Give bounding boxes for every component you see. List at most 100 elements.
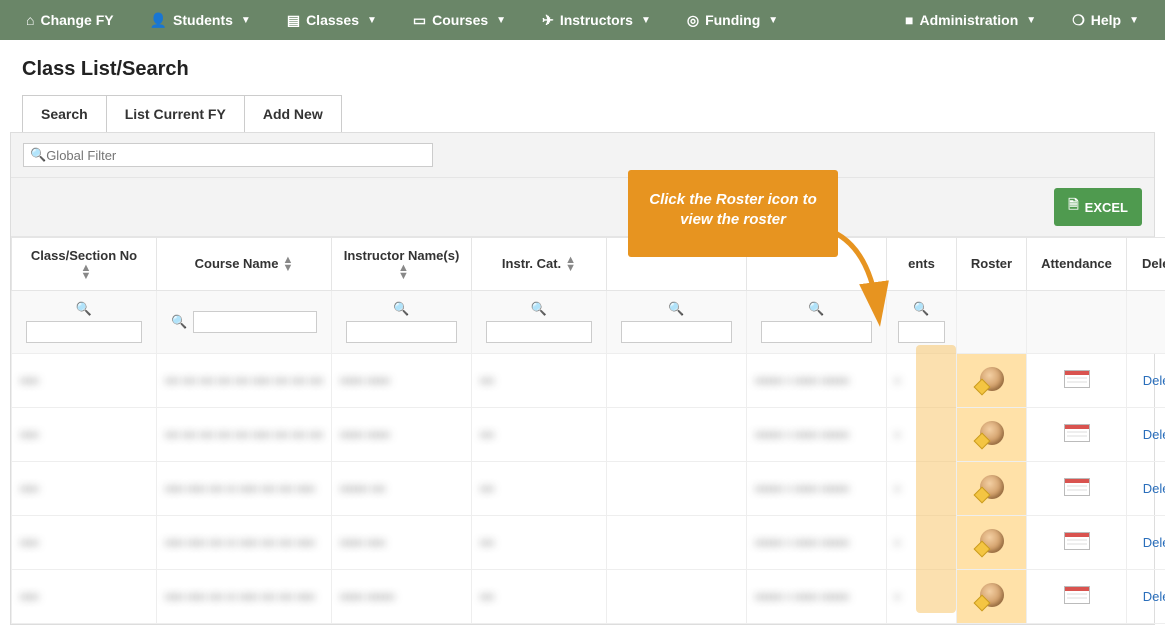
col-roster: Roster bbox=[957, 238, 1027, 291]
nav-change-fy[interactable]: ⌂Change FY bbox=[8, 0, 132, 40]
chevron-down-icon: ▼ bbox=[1129, 15, 1139, 26]
nav-students[interactable]: 👤Students▼ bbox=[132, 0, 269, 40]
sort-icon bbox=[565, 256, 576, 272]
cell-roster bbox=[957, 515, 1027, 569]
export-excel-button[interactable]: 🗎EXCEL bbox=[1054, 188, 1142, 226]
cell-course-name[interactable]: ▪▪▪▪ ▪▪▪▪ ▪▪▪ ▪▪ ▪▪▪▪ ▪▪▪ ▪▪▪ ▪▪▪▪ bbox=[157, 515, 332, 569]
roster-icon[interactable] bbox=[980, 421, 1004, 445]
cell-delete: Delete bbox=[1127, 569, 1165, 623]
cell-instr-cat: ▪▪▪ bbox=[472, 515, 607, 569]
table-row: ▪▪▪▪▪▪▪▪ ▪▪▪▪ ▪▪▪ ▪▪ ▪▪▪▪ ▪▪▪ ▪▪▪ ▪▪▪▪▪▪… bbox=[12, 569, 1165, 623]
chevron-down-icon: ▼ bbox=[1026, 15, 1036, 26]
tab-search[interactable]: Search bbox=[22, 95, 107, 132]
filter-course-name[interactable] bbox=[193, 311, 316, 333]
cell-attendance bbox=[1027, 407, 1127, 461]
delete-link[interactable]: Delete bbox=[1143, 589, 1165, 604]
cell-col5 bbox=[607, 515, 747, 569]
nav-funding[interactable]: ◎Funding▼ bbox=[669, 0, 796, 40]
cell-class-section[interactable]: ▪▪▪▪ bbox=[12, 353, 157, 407]
search-icon: 🔍 bbox=[171, 314, 187, 330]
cell-instructor: ▪▪▪▪▪ ▪▪▪▪▪▪ bbox=[332, 569, 472, 623]
cell-instr-cat: ▪▪▪ bbox=[472, 353, 607, 407]
roster-icon[interactable] bbox=[980, 475, 1004, 499]
cell-attendance bbox=[1027, 569, 1127, 623]
cell-course-name[interactable]: ▪▪▪▪ ▪▪▪▪ ▪▪▪ ▪▪ ▪▪▪▪ ▪▪▪ ▪▪▪ ▪▪▪▪ bbox=[157, 461, 332, 515]
chevron-down-icon: ▼ bbox=[241, 15, 251, 26]
delete-link[interactable]: Delete bbox=[1143, 535, 1165, 550]
global-filter-wrap: 🔍 bbox=[23, 143, 433, 167]
cell-course-name[interactable]: ▪▪▪▪ ▪▪▪▪ ▪▪▪ ▪▪ ▪▪▪▪ ▪▪▪ ▪▪▪ ▪▪▪▪ bbox=[157, 569, 332, 623]
cell-students: ▪ bbox=[887, 569, 957, 623]
cell-course-name[interactable]: ▪▪▪ ▪▪▪ ▪▪▪ ▪▪▪ ▪▪▪ ▪▪▪▪ ▪▪▪ ▪▪▪ ▪▪▪ bbox=[157, 353, 332, 407]
cell-attendance bbox=[1027, 515, 1127, 569]
folder-icon: ■ bbox=[905, 12, 913, 28]
col-instructor-names[interactable]: Instructor Name(s) bbox=[332, 238, 472, 291]
cell-students: ▪ bbox=[887, 407, 957, 461]
table-row: ▪▪▪▪▪▪▪▪ ▪▪▪▪ ▪▪▪ ▪▪ ▪▪▪▪ ▪▪▪ ▪▪▪ ▪▪▪▪ ▪▪… bbox=[12, 461, 1165, 515]
cell-instructor: ▪▪▪▪▪ ▪▪▪▪ bbox=[332, 515, 472, 569]
cell-roster bbox=[957, 461, 1027, 515]
nav-administration[interactable]: ■ Administration ▼ bbox=[887, 0, 1054, 40]
table-row: ▪▪▪▪▪▪▪ ▪▪▪ ▪▪▪ ▪▪▪ ▪▪▪ ▪▪▪▪ ▪▪▪ ▪▪▪ ▪▪▪… bbox=[12, 353, 1165, 407]
cell-roster bbox=[957, 407, 1027, 461]
nav-instructors[interactable]: ✈Instructors▼ bbox=[524, 0, 669, 40]
cell-col5 bbox=[607, 461, 747, 515]
delete-link[interactable]: Delete bbox=[1143, 373, 1165, 388]
search-icon: 🔍 bbox=[76, 301, 92, 317]
cell-attendance bbox=[1027, 461, 1127, 515]
delete-link[interactable]: Delete bbox=[1143, 427, 1165, 442]
list-panel: 🔍 🗎EXCEL Class/Section No Course Name In… bbox=[10, 132, 1155, 625]
nav-label: Instructors bbox=[560, 12, 633, 28]
person-icon: 👤 bbox=[150, 12, 167, 29]
nav-label: Administration bbox=[920, 12, 1019, 28]
tab-add-new[interactable]: Add New bbox=[244, 95, 342, 132]
tab-bar: Search List Current FY Add New bbox=[22, 95, 1165, 132]
tab-list-current-fy[interactable]: List Current FY bbox=[106, 95, 245, 132]
col-class-section[interactable]: Class/Section No bbox=[12, 238, 157, 291]
col-instr-cat[interactable]: Instr. Cat. bbox=[472, 238, 607, 291]
cell-class-section[interactable]: ▪▪▪▪ bbox=[12, 515, 157, 569]
cell-attendance bbox=[1027, 353, 1127, 407]
table-row: ▪▪▪▪▪▪▪ ▪▪▪ ▪▪▪ ▪▪▪ ▪▪▪ ▪▪▪▪ ▪▪▪ ▪▪▪ ▪▪▪… bbox=[12, 407, 1165, 461]
col-course-name[interactable]: Course Name bbox=[157, 238, 332, 291]
callout-text: Click the Roster icon to view the roster bbox=[649, 191, 817, 228]
cell-class-section[interactable]: ▪▪▪▪ bbox=[12, 569, 157, 623]
roster-icon[interactable] bbox=[980, 367, 1004, 391]
search-icon: 🔍 bbox=[668, 301, 684, 317]
filter-col5[interactable] bbox=[621, 321, 732, 343]
calendar-icon[interactable] bbox=[1064, 370, 1090, 388]
chevron-down-icon: ▼ bbox=[768, 15, 778, 26]
money-icon: ◎ bbox=[687, 12, 699, 29]
global-filter-input[interactable] bbox=[46, 148, 426, 163]
delete-link[interactable]: Delete bbox=[1143, 481, 1165, 496]
nav-classes[interactable]: ▤ Classes ▼ bbox=[269, 0, 395, 40]
filter-class-section[interactable] bbox=[26, 321, 141, 343]
cell-instr-cat: ▪▪▪ bbox=[472, 461, 607, 515]
nav-help[interactable]: ❍Help▼ bbox=[1054, 0, 1157, 40]
cell-delete: Delete bbox=[1127, 515, 1165, 569]
cell-col5 bbox=[607, 353, 747, 407]
list-icon: ▤ bbox=[287, 12, 300, 29]
chevron-down-icon: ▼ bbox=[641, 15, 651, 26]
page-title: Class List/Search bbox=[22, 58, 1165, 81]
chevron-down-icon: ▼ bbox=[367, 15, 377, 26]
calendar-icon[interactable] bbox=[1064, 586, 1090, 604]
roster-icon[interactable] bbox=[980, 583, 1004, 607]
roster-icon[interactable] bbox=[980, 529, 1004, 553]
cell-col6: ▪▪▪▪▪▪ ▪ ▪▪▪▪▪ ▪▪▪▪▪▪ bbox=[747, 461, 887, 515]
cell-class-section[interactable]: ▪▪▪▪ bbox=[12, 461, 157, 515]
file-icon: 🗎 bbox=[1068, 196, 1078, 218]
nav-label: Classes bbox=[306, 12, 359, 28]
cell-students: ▪ bbox=[887, 353, 957, 407]
cell-class-section[interactable]: ▪▪▪▪ bbox=[12, 407, 157, 461]
calendar-icon[interactable] bbox=[1064, 424, 1090, 442]
cell-delete: Delete bbox=[1127, 353, 1165, 407]
calendar-icon[interactable] bbox=[1064, 532, 1090, 550]
nav-label: Courses bbox=[432, 12, 488, 28]
filter-instr-cat[interactable] bbox=[486, 321, 592, 343]
cell-course-name[interactable]: ▪▪▪ ▪▪▪ ▪▪▪ ▪▪▪ ▪▪▪ ▪▪▪▪ ▪▪▪ ▪▪▪ ▪▪▪ bbox=[157, 407, 332, 461]
nav-courses[interactable]: ▭Courses▼ bbox=[395, 0, 524, 40]
cell-delete: Delete bbox=[1127, 461, 1165, 515]
calendar-icon[interactable] bbox=[1064, 478, 1090, 496]
filter-instructor[interactable] bbox=[346, 321, 457, 343]
